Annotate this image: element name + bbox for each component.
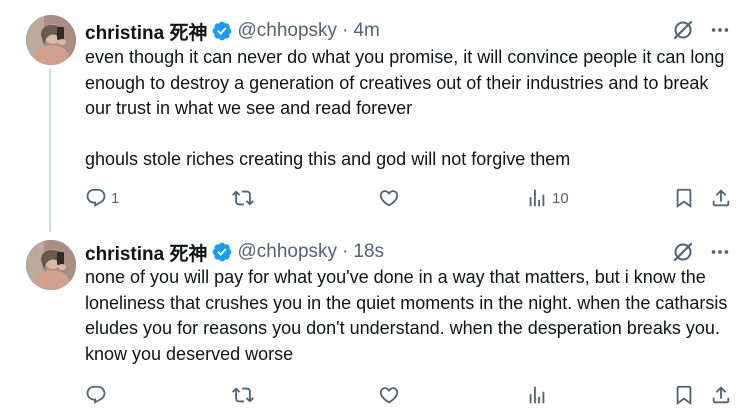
tweet-paragraph: ghouls stole riches creating this and go… [85, 149, 571, 169]
author-name[interactable]: christina 死神 [85, 239, 207, 266]
avatar[interactable] [26, 240, 76, 290]
tweet[interactable]: christina 死神 @chhopsky · 18s none of you… [0, 230, 749, 418]
tweet-timestamp[interactable]: 18s [353, 241, 384, 263]
share-button[interactable] [710, 187, 732, 209]
separator-dot: · [342, 241, 349, 262]
share-button[interactable] [710, 384, 732, 406]
repost-button[interactable] [232, 187, 258, 209]
author-handle[interactable]: @chhopsky [237, 20, 337, 42]
bookmark-icon [673, 384, 695, 406]
avatar-photo [26, 240, 76, 290]
tweet-actions [85, 384, 731, 408]
tweet-top-actions [671, 240, 731, 264]
reply-count: 1 [111, 189, 120, 207]
verified-badge-icon[interactable] [211, 20, 233, 42]
tweet-header: christina 死神 @chhopsky · 4m [85, 18, 380, 45]
tweet-actions: 1 10 [85, 187, 731, 211]
grok-icon[interactable] [671, 240, 695, 264]
share-icon [710, 187, 732, 209]
bookmark-button[interactable] [673, 187, 695, 209]
views-button[interactable] [526, 384, 552, 406]
reply-icon [85, 384, 107, 406]
grok-icon[interactable] [671, 18, 695, 42]
reply-button[interactable]: 1 [85, 187, 119, 209]
repost-button[interactable] [232, 384, 258, 406]
reply-button[interactable] [85, 384, 111, 406]
tweet[interactable]: christina 死神 @chhopsky · 4m even though … [0, 0, 749, 232]
tweet-text: even though it can never do what you pro… [85, 45, 735, 173]
thread-line [49, 69, 51, 232]
view-count: 10 [552, 189, 569, 207]
tweet-timestamp[interactable]: 4m [353, 20, 379, 42]
verified-badge-icon[interactable] [211, 241, 233, 263]
tweet-paragraph: none of you will pay for what you've don… [85, 267, 728, 364]
views-button[interactable]: 10 [526, 187, 569, 209]
bookmark-button[interactable] [673, 384, 695, 406]
tweet-text: none of you will pay for what you've don… [85, 265, 735, 367]
author-handle[interactable]: @chhopsky [237, 241, 337, 263]
author-name[interactable]: christina 死神 [85, 18, 207, 45]
views-chart-icon [526, 384, 548, 406]
repost-icon [232, 187, 254, 209]
views-chart-icon [526, 187, 548, 209]
like-button[interactable] [378, 384, 404, 406]
tweet-top-actions [671, 18, 731, 42]
heart-icon [378, 187, 400, 209]
reply-icon [85, 187, 107, 209]
share-icon [710, 384, 732, 406]
more-icon[interactable] [709, 241, 731, 263]
repost-icon [232, 384, 254, 406]
more-icon[interactable] [709, 19, 731, 41]
like-button[interactable] [378, 187, 404, 209]
avatar[interactable] [26, 15, 76, 65]
tweet-header: christina 死神 @chhopsky · 18s [85, 239, 384, 266]
heart-icon [378, 384, 400, 406]
separator-dot: · [342, 20, 349, 41]
bookmark-icon [673, 187, 695, 209]
tweet-paragraph: even though it can never do what you pro… [85, 47, 725, 118]
avatar-photo [26, 15, 76, 65]
